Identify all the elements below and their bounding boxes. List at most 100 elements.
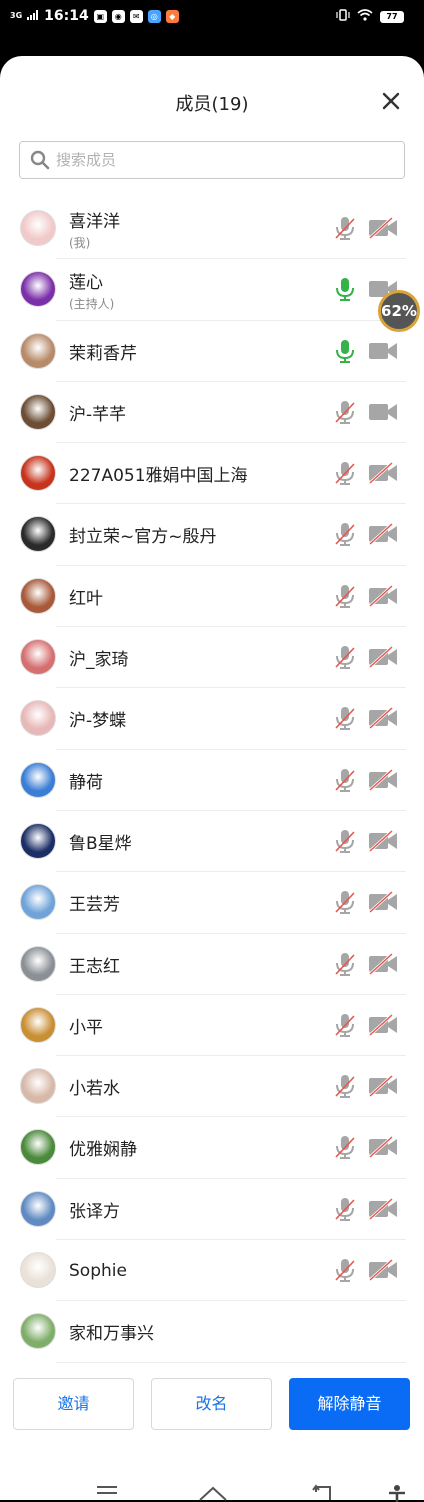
mic-icon[interactable]: [333, 338, 357, 364]
rename-button[interactable]: 改名: [151, 1378, 272, 1430]
member-row[interactable]: 优雅娴静: [0, 1117, 424, 1180]
avatar: [20, 1190, 56, 1227]
camera-off-icon[interactable]: [368, 952, 398, 975]
camera-icon[interactable]: [368, 401, 398, 423]
avatar: [20, 393, 56, 430]
member-row[interactable]: 沪_家琦: [0, 627, 424, 689]
mic-muted-icon[interactable]: [333, 889, 357, 915]
member-info: 小平: [69, 995, 103, 1056]
mic-muted-icon[interactable]: [333, 767, 357, 793]
member-row[interactable]: 封立荣~官方~殷丹: [0, 504, 424, 567]
mic-muted-icon[interactable]: [333, 1257, 357, 1283]
camera-off-icon[interactable]: [368, 584, 398, 607]
mic-muted-icon[interactable]: [333, 583, 357, 609]
member-name: 鲁B星烨: [69, 833, 132, 854]
status-right: 77: [336, 9, 404, 25]
camera-off-icon[interactable]: [368, 768, 398, 791]
camera-off-icon[interactable]: [368, 1075, 398, 1098]
mic-muted-icon[interactable]: [333, 460, 357, 486]
member-row[interactable]: 静荷: [0, 750, 424, 812]
mic-muted-icon[interactable]: [333, 705, 357, 731]
camera-off-icon[interactable]: [368, 1197, 398, 1220]
app-notification-icon: ◆: [165, 9, 179, 23]
member-info: 静荷: [69, 750, 103, 811]
mic-muted-icon[interactable]: [333, 1134, 357, 1160]
avatar: [20, 884, 56, 921]
mic-muted-icon[interactable]: [333, 828, 357, 854]
avatar: [20, 332, 56, 369]
signal-text: 3G: [10, 11, 23, 20]
member-info: 227A051雅娟中国上海: [69, 443, 248, 504]
mic-muted-icon[interactable]: [333, 215, 357, 241]
member-info: 优雅娴静: [69, 1117, 137, 1178]
accessibility-icon[interactable]: [387, 1484, 407, 1502]
member-name: 静荷: [69, 772, 103, 793]
camera-icon[interactable]: [368, 340, 398, 362]
camera-off-icon[interactable]: [368, 523, 398, 546]
member-row[interactable]: 张译方: [0, 1179, 424, 1241]
member-row[interactable]: 家和万事兴: [0, 1301, 424, 1363]
camera-off-icon[interactable]: [368, 1013, 398, 1036]
member-info: 小若水: [69, 1056, 120, 1117]
mic-muted-icon[interactable]: [333, 1196, 357, 1222]
search-box[interactable]: [19, 141, 405, 179]
clock: 16:14: [44, 8, 89, 24]
camera-off-icon[interactable]: [368, 462, 398, 485]
mic-muted-icon[interactable]: [333, 399, 357, 425]
system-nav-bar: [0, 1470, 424, 1502]
battery-indicator: 77: [380, 11, 404, 23]
member-row[interactable]: 王芸芳: [0, 872, 424, 934]
app-notification-icon: ◉: [111, 9, 125, 23]
mic-muted-icon[interactable]: [333, 644, 357, 670]
mic-muted-icon[interactable]: [333, 951, 357, 977]
camera-off-icon[interactable]: [368, 1258, 398, 1282]
home-icon[interactable]: [198, 1484, 228, 1502]
mic-muted-icon[interactable]: [333, 521, 357, 547]
member-row[interactable]: 227A051雅娟中国上海: [0, 443, 424, 505]
member-row[interactable]: 小若水: [0, 1056, 424, 1118]
mic-muted-icon[interactable]: [333, 1012, 357, 1038]
avatar: [20, 1129, 56, 1166]
avatar: [20, 1006, 56, 1043]
camera-off-icon[interactable]: [368, 216, 398, 240]
camera-off-icon[interactable]: [368, 1136, 398, 1159]
mic-muted-icon[interactable]: [333, 1073, 357, 1099]
back-icon[interactable]: [312, 1484, 334, 1502]
avatar: [20, 516, 56, 553]
member-row[interactable]: 喜洋洋 (我): [0, 198, 424, 260]
member-row[interactable]: Sophie: [0, 1240, 424, 1302]
member-info: 喜洋洋 (我): [69, 198, 120, 259]
camera-off-icon[interactable]: [368, 891, 398, 914]
app-notification-icon: ▣: [93, 9, 107, 23]
member-name: 227A051雅娟中国上海: [69, 466, 248, 487]
member-row[interactable]: 沪-芊芊: [0, 382, 424, 444]
member-row[interactable]: 红叶: [0, 566, 424, 628]
member-row[interactable]: 小平: [0, 995, 424, 1057]
member-row[interactable]: 王志红: [0, 934, 424, 996]
avatar: [20, 945, 56, 982]
member-info: 沪-梦蝶: [69, 688, 126, 749]
menu-icon[interactable]: [96, 1484, 118, 1500]
member-row[interactable]: 沪-梦蝶: [0, 688, 424, 750]
member-role: (我): [69, 235, 91, 250]
search-input[interactable]: [56, 151, 404, 169]
camera-off-icon[interactable]: [368, 645, 398, 669]
member-name: 王芸芳: [69, 895, 120, 916]
member-name: 喜洋洋: [69, 211, 120, 232]
close-button[interactable]: [380, 90, 402, 112]
member-row[interactable]: 鲁B星烨: [0, 811, 424, 873]
avatar: [20, 639, 56, 676]
mic-icon[interactable]: [333, 276, 357, 302]
unmute-button[interactable]: 解除静音: [289, 1378, 410, 1430]
member-info: 王芸芳: [69, 872, 120, 933]
camera-off-icon[interactable]: [368, 829, 398, 853]
member-info: 沪_家琦: [69, 627, 129, 688]
float-progress-badge[interactable]: 62%: [378, 290, 420, 332]
avatar: [20, 822, 56, 859]
member-info: Sophie: [69, 1240, 127, 1301]
avatar: [20, 761, 56, 798]
member-row[interactable]: 莲心 (主持人): [0, 259, 424, 321]
invite-button[interactable]: 邀请: [13, 1378, 134, 1430]
member-row[interactable]: 茉莉香芹: [0, 321, 424, 383]
camera-off-icon[interactable]: [368, 707, 398, 730]
